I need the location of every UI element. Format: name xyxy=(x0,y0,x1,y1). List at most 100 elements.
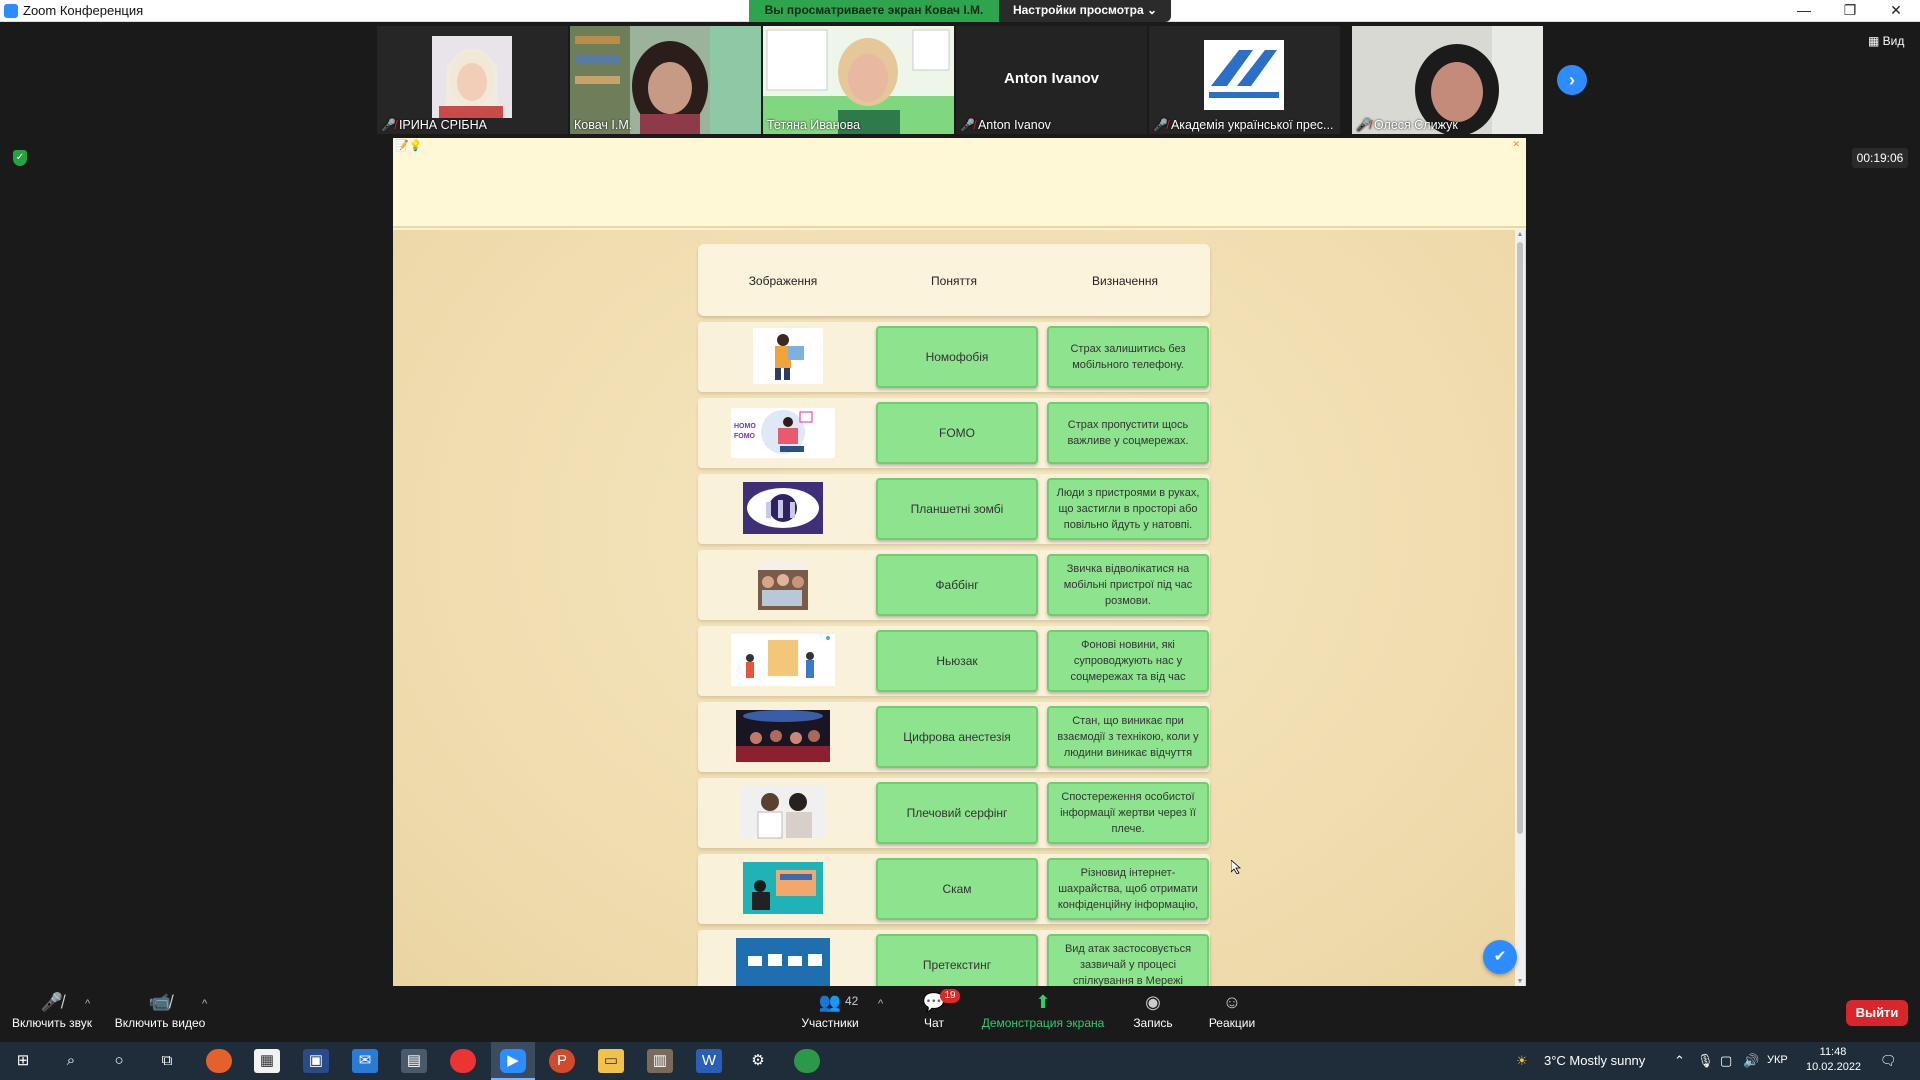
weather-icon[interactable]: ☀ xyxy=(1516,1053,1528,1069)
start-video-button[interactable]: 📹̸ Включить видео xyxy=(110,992,210,1030)
exit-fullscreen-icon[interactable]: ✕ xyxy=(1512,139,1520,150)
participant-name: 🎤̸ Академія української прес... xyxy=(1153,118,1334,132)
definition-card[interactable]: Спостереження особистої інформації жертв… xyxy=(1047,782,1209,844)
task-view-icon[interactable]: ⧉ xyxy=(154,1049,180,1073)
mic-muted-icon: 🎤̸ xyxy=(381,118,396,132)
check-answers-icon[interactable]: ✔ xyxy=(1483,940,1517,974)
meeting-controls: 🎤̸ Включить звук ^ 📹̸ Включить видео ^ 👥 Уч… xyxy=(0,986,1920,1042)
zoom-taskbar-icon[interactable]: ▶ xyxy=(500,1049,526,1073)
video-options-caret-icon[interactable]: ^ xyxy=(202,998,207,1010)
participant-tile[interactable]: 🎤̸ ІРИНА СРІБНА xyxy=(377,26,568,134)
definition-card[interactable]: Звичка відволікатися на мобільні пристро… xyxy=(1047,554,1209,616)
scroll-up-icon[interactable]: ▲ xyxy=(1515,231,1525,238)
participant-tile[interactable]: 🎤̸ Академія української прес... xyxy=(1149,26,1340,134)
definition-card[interactable]: Фонові новини, які супроводжують нас у с… xyxy=(1047,630,1209,692)
video-off-icon: 📹̸ xyxy=(148,992,172,1012)
powerpoint-icon[interactable]: P xyxy=(549,1049,575,1073)
concept-card[interactable]: Претекстинг xyxy=(876,934,1038,986)
participant-name: 🎤̸ Олеся Слижук xyxy=(1356,118,1458,132)
participants-caret-icon[interactable]: ^ xyxy=(878,998,883,1010)
firefox-icon[interactable] xyxy=(206,1049,232,1073)
scrollbar[interactable]: ▲ ▼ xyxy=(1515,230,1525,986)
participant-name: Ковач І.М. xyxy=(574,118,633,132)
viewing-banner: Вы просматриваете экран Ковач І.М. xyxy=(749,0,999,22)
participant-tile[interactable]: Ковач І.М. xyxy=(570,26,761,134)
unmute-button[interactable]: 🎤̸ Включить звук xyxy=(8,992,96,1030)
table-row: Фаббінг Звичка відволікатися на мобільні… xyxy=(698,550,1210,620)
mic-muted-icon: 🎤̸ xyxy=(960,118,975,132)
store-icon[interactable]: ▦ xyxy=(254,1049,280,1073)
windows-start-icon[interactable]: ⊞ xyxy=(10,1049,36,1073)
encryption-shield-icon[interactable]: ✓ xyxy=(13,150,27,166)
concept-card[interactable]: Фаббінг xyxy=(876,554,1038,616)
mic-muted-icon: 🎤̸ xyxy=(1356,118,1371,132)
concept-card[interactable]: Цифрова анестезія xyxy=(876,706,1038,768)
concept-card[interactable]: Плечовий серфінг xyxy=(876,782,1038,844)
table-row: Скам Різновид інтернет-шахрайства, щоб о… xyxy=(698,854,1210,924)
notifications-icon[interactable]: 🗨 xyxy=(1880,1053,1897,1069)
table-row: Цифрова анестезія Стан, що виникає при в… xyxy=(698,702,1210,772)
concept-card[interactable]: Скам xyxy=(876,858,1038,920)
close-button[interactable]: ✕ xyxy=(1873,0,1919,22)
cortana-icon[interactable]: ○ xyxy=(106,1049,132,1073)
word-icon[interactable]: W xyxy=(696,1049,722,1073)
shared-screen[interactable]: 📝💡 ✕ ▲ ▼ Зображення Поняття Визначення Н… xyxy=(393,138,1526,986)
volume-icon[interactable]: 🔊 xyxy=(1743,1053,1759,1069)
leave-button[interactable]: Выйти xyxy=(1846,1000,1908,1026)
reactions-button[interactable]: ☺ Реакции xyxy=(1204,992,1260,1030)
chrome-profile-icon[interactable] xyxy=(794,1049,820,1073)
view-button[interactable]: ▦ Вид xyxy=(1868,34,1904,48)
audio-options-caret-icon[interactable]: ^ xyxy=(85,998,90,1010)
row-image xyxy=(740,786,826,839)
participant-tile[interactable]: Тетяна Иванова xyxy=(763,26,954,134)
svg-text:HOMO: HOMO xyxy=(734,423,756,430)
header-concept: Поняття xyxy=(931,274,977,288)
table-row: Планшетні зомбі Люди з пристроями в рука… xyxy=(698,474,1210,544)
header-image: Зображення xyxy=(748,274,818,288)
reactions-icon: ☺ xyxy=(1222,992,1242,1012)
view-options-button[interactable]: Настройки просмотра ⌄ xyxy=(999,0,1171,22)
scroll-down-icon[interactable]: ▼ xyxy=(1515,978,1525,985)
definition-card[interactable]: Різновид інтернет-шахрайства, щоб отрима… xyxy=(1047,858,1209,920)
participant-tile[interactable]: 🎤̸ Олеся Слижук xyxy=(1352,26,1543,134)
clock[interactable]: 11:48 10.02.2022 xyxy=(1806,1045,1861,1075)
participant-tile[interactable]: Anton Ivanov 🎤̸ Anton Ivanov xyxy=(956,26,1147,134)
definition-card[interactable]: Страх пропустити щось важливе у соцмереж… xyxy=(1047,402,1209,464)
minimize-button[interactable]: — xyxy=(1781,0,1827,22)
annotate-icon[interactable]: 📝💡 xyxy=(395,139,422,152)
share-screen-button[interactable]: ⬆ Демонстрация экрана xyxy=(975,992,1111,1030)
tray-expand-icon[interactable]: ⌃ xyxy=(1674,1053,1685,1069)
chrome-icon[interactable] xyxy=(450,1049,476,1073)
scrollbar-thumb[interactable] xyxy=(1517,242,1523,834)
definition-card[interactable]: Вид атак застосовується зазвичай у проце… xyxy=(1047,934,1209,986)
concept-card[interactable]: FOMO xyxy=(876,402,1038,464)
search-icon[interactable]: ⌕ xyxy=(58,1049,84,1073)
settings-icon[interactable]: ⚙ xyxy=(745,1049,771,1073)
mouse-cursor-icon xyxy=(1231,860,1241,874)
mail-icon[interactable]: ✉ xyxy=(352,1049,378,1073)
calculator-icon[interactable]: ▤ xyxy=(401,1049,427,1073)
network-icon[interactable]: ▢ xyxy=(1720,1053,1732,1069)
definition-card[interactable]: Стан, що виникає при взаємодії з техніко… xyxy=(1047,706,1209,768)
language-indicator[interactable]: УКР xyxy=(1767,1054,1788,1066)
window-title: Zoom Конференция xyxy=(23,3,144,18)
record-button[interactable]: ◉ Запись xyxy=(1130,992,1176,1030)
file-explorer-icon[interactable]: ▭ xyxy=(598,1049,624,1073)
concept-card[interactable]: Ньюзак xyxy=(876,630,1038,692)
save-icon[interactable]: ▣ xyxy=(303,1049,329,1073)
weather-text[interactable]: 3°C Mostly sunny xyxy=(1544,1053,1645,1068)
restore-button[interactable]: ❐ xyxy=(1827,0,1873,22)
definition-card[interactable]: Люди з пристроями в руках, що застигли в… xyxy=(1047,478,1209,540)
definition-card[interactable]: Страх залишитись без мобільного телефону… xyxy=(1047,326,1209,388)
concept-card[interactable]: Номофобія xyxy=(876,326,1038,388)
table-row: Номофобія Страх залишитись без мобільног… xyxy=(698,322,1210,392)
microphone-tray-icon[interactable]: 🎙 xyxy=(1697,1053,1714,1069)
next-page-arrow-icon[interactable]: › xyxy=(1557,65,1587,95)
record-icon: ◉ xyxy=(1145,992,1161,1012)
header-definition: Визначення xyxy=(1092,274,1158,288)
row-image xyxy=(731,634,835,686)
svg-text:FOMO: FOMO xyxy=(734,433,756,440)
table-row: HOMO FOMO FOMO Страх пропустити щось важ… xyxy=(698,398,1210,468)
concept-card[interactable]: Планшетні зомбі xyxy=(876,478,1038,540)
app-icon[interactable]: ▥ xyxy=(647,1049,673,1073)
